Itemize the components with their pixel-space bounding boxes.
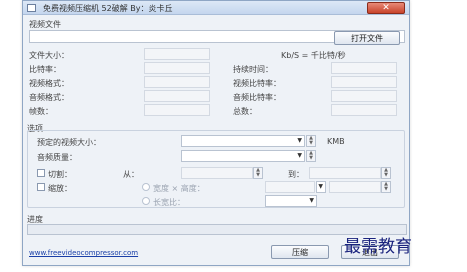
- target-size-dropdown[interactable]: ▼: [181, 135, 305, 147]
- width-unit-dropdown[interactable]: ▼: [316, 181, 326, 193]
- chevron-down-icon: ▼: [318, 183, 323, 190]
- bitrate-field: [144, 62, 210, 74]
- kbs-unit-label: Kb/S = 千比特/秒: [281, 51, 346, 60]
- file-size-label: 文件大小：: [29, 51, 69, 60]
- aspect-ratio-label: 长宽比：: [153, 198, 185, 207]
- app-window: 免费视频压缩机 52破解 By：炎卡丘 ✕ 视频文件 打开文件 文件大小： Kb…: [22, 0, 410, 266]
- from-label: 从：: [123, 170, 139, 179]
- scale-checkbox[interactable]: [37, 183, 45, 191]
- video-bitrate-field: [331, 76, 397, 88]
- duration-label: 持续时间：: [233, 65, 273, 74]
- width-field[interactable]: [265, 181, 315, 193]
- audio-format-label: 音频格式：: [29, 93, 69, 102]
- target-size-label: 预定的视频大小：: [37, 138, 101, 147]
- audio-format-field: [144, 90, 210, 102]
- open-file-button[interactable]: 打开文件: [334, 31, 400, 45]
- cut-from-stepper[interactable]: ▲ ▼: [253, 167, 263, 179]
- chevron-down-icon: ▼: [297, 152, 302, 159]
- close-button[interactable]: ✕: [367, 2, 405, 14]
- frames-field: [144, 104, 210, 116]
- file-size-field: [144, 48, 210, 60]
- target-size-stepper[interactable]: ▲ ▼: [306, 135, 316, 147]
- audio-quality-stepper[interactable]: ▲ ▼: [306, 150, 316, 162]
- height-field[interactable]: [329, 181, 381, 193]
- audio-quality-dropdown[interactable]: ▼: [181, 150, 305, 162]
- to-label: 到：: [288, 170, 304, 179]
- aspect-ratio-dropdown[interactable]: ▼: [265, 195, 317, 207]
- cut-label: 切割：: [48, 170, 72, 179]
- window-title: 免费视频压缩机 52破解 By：炎卡丘: [43, 4, 173, 13]
- total-field: [331, 104, 397, 116]
- close-icon: ✕: [382, 3, 390, 13]
- title-bar[interactable]: 免费视频压缩机 52破解 By：炎卡丘 ✕: [23, 1, 409, 15]
- video-format-field: [144, 76, 210, 88]
- target-size-unit: KMB: [327, 137, 345, 146]
- custom-size-label: 宽度 × 高度：: [153, 184, 205, 193]
- height-stepper[interactable]: ▲ ▼: [381, 181, 391, 193]
- custom-size-radio[interactable]: [142, 183, 150, 191]
- app-icon[interactable]: [27, 4, 36, 12]
- website-link[interactable]: www.freevideocompressor.com: [29, 249, 138, 257]
- watermark-logo: 最需教育: [344, 237, 412, 257]
- cut-to-field[interactable]: [309, 167, 381, 179]
- cut-from-field[interactable]: [181, 167, 253, 179]
- frames-label: 帧数：: [29, 107, 53, 116]
- video-file-group-label: 视频文件: [29, 20, 61, 29]
- audio-quality-label: 音频质量：: [37, 153, 77, 162]
- cut-checkbox[interactable]: [37, 169, 45, 177]
- aspect-ratio-radio[interactable]: [142, 197, 150, 205]
- video-bitrate-label: 视频比特率：: [233, 79, 281, 88]
- bitrate-label: 比特率：: [29, 65, 61, 74]
- cut-to-stepper[interactable]: ▲ ▼: [381, 167, 391, 179]
- scale-label: 缩放：: [48, 184, 72, 193]
- compress-button[interactable]: 压缩: [271, 245, 329, 259]
- audio-bitrate-field: [331, 90, 397, 102]
- video-format-label: 视频格式：: [29, 79, 69, 88]
- chevron-down-icon: ▼: [309, 197, 314, 204]
- audio-bitrate-label: 音频比特率：: [233, 93, 281, 102]
- total-label: 总数：: [233, 107, 257, 116]
- chevron-down-icon: ▼: [297, 137, 302, 144]
- duration-field: [331, 62, 397, 74]
